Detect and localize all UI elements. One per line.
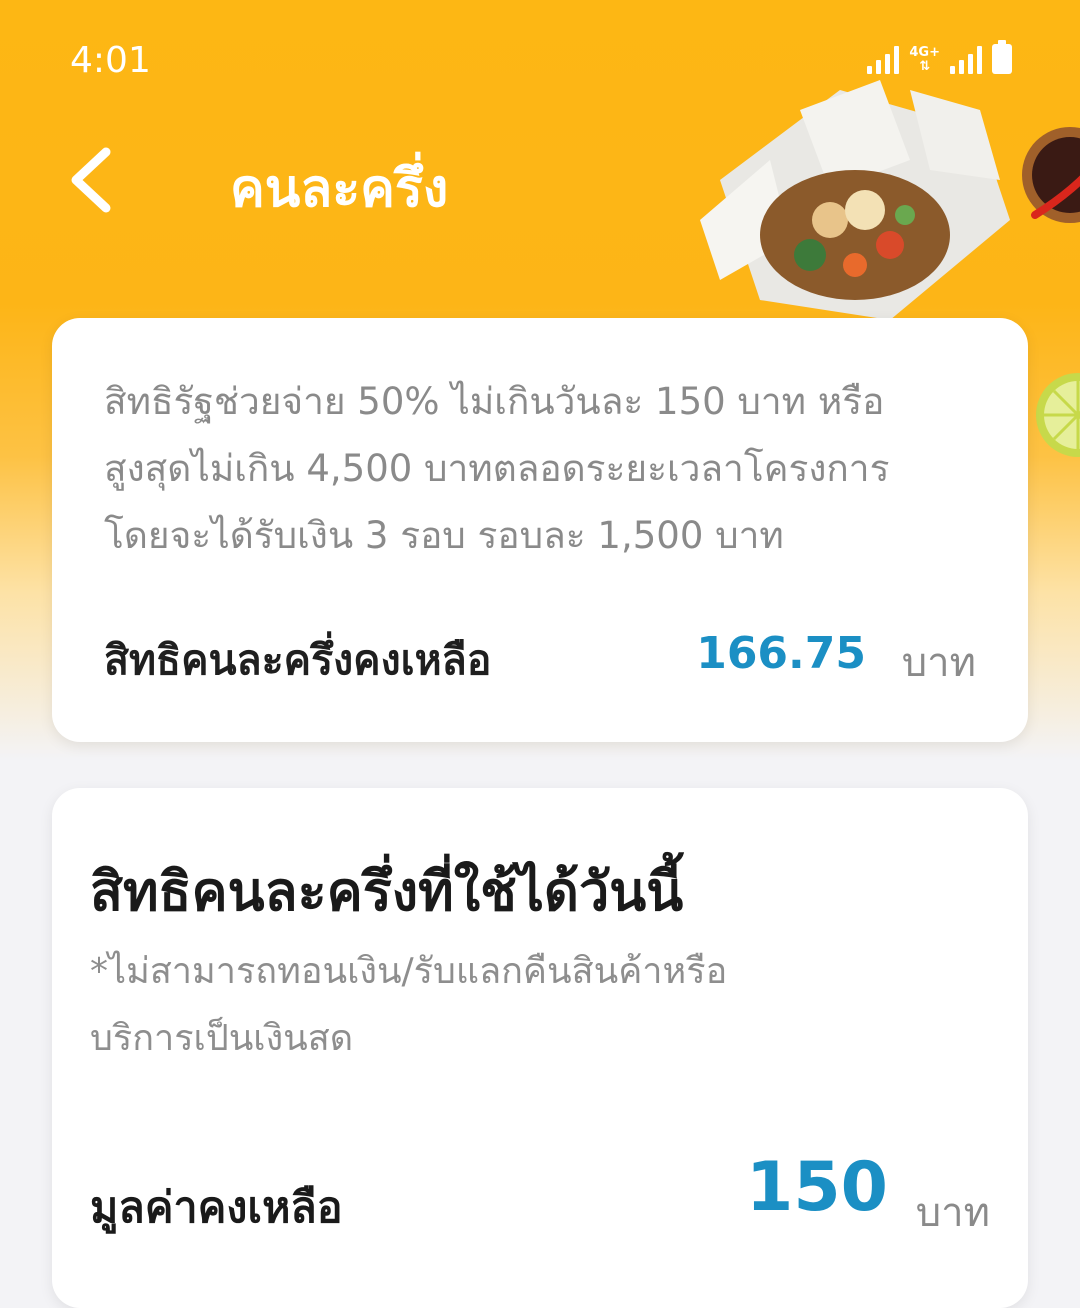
- info-line: โดยจะได้รับเงิน 3 รอบ รอบละ 1,500 บาท: [104, 514, 784, 557]
- app-header: คนละครึ่ง: [0, 120, 1080, 250]
- value-remaining-label: มูลค่าคงเหลือ: [90, 1183, 343, 1233]
- info-line: สูงสุดไม่เกิน 4,500 บาทตลอดระยะเวลาโครงก…: [104, 447, 890, 490]
- remaining-label: สิทธิคนละครึ่งคงเหลือ: [104, 636, 492, 684]
- page-title: คนละครึ่ง: [230, 159, 449, 219]
- battery-icon: [992, 40, 1012, 74]
- benefit-info: สิทธิรัฐช่วยจ่าย 50% ไม่เกินวันละ 150 บา…: [104, 368, 1004, 569]
- lime-slice-illustration: [1036, 373, 1080, 457]
- today-benefit-title: สิทธิคนละครึ่งที่ใช้ได้วันนี้: [90, 860, 684, 923]
- status-bar: 4:01 4G+ ⇅: [0, 0, 1080, 120]
- currency-unit: บาท: [901, 640, 976, 686]
- signal-icon: [867, 44, 900, 74]
- status-time: 4:01: [70, 40, 151, 81]
- status-icons: 4G+ ⇅: [867, 40, 1012, 74]
- value-remaining-amount: 150: [746, 1148, 888, 1227]
- note-line: บริการเป็นเงินสด: [90, 1018, 354, 1059]
- remaining-amount: 166.75: [696, 628, 866, 679]
- note-line: *ไม่สามารถทอนเงิน/รับแลกคืนสินค้าหรือ: [90, 951, 728, 992]
- today-benefit-card: สิทธิคนละครึ่งที่ใช้ได้วันนี้ *ไม่สามารถ…: [52, 788, 1028, 1308]
- cash-note: *ไม่สามารถทอนเงิน/รับแลกคืนสินค้าหรือ บร…: [90, 938, 970, 1072]
- info-line: สิทธิรัฐช่วยจ่าย 50% ไม่เกินวันละ 150 บา…: [104, 380, 885, 423]
- currency-unit: บาท: [915, 1190, 990, 1236]
- network-type-icon: 4G+ ⇅: [909, 45, 940, 74]
- back-button[interactable]: [58, 140, 138, 220]
- chevron-left-icon: [71, 147, 111, 213]
- balance-card: สิทธิรัฐช่วยจ่าย 50% ไม่เกินวันละ 150 บา…: [52, 318, 1028, 742]
- signal-icon-2: [950, 44, 982, 74]
